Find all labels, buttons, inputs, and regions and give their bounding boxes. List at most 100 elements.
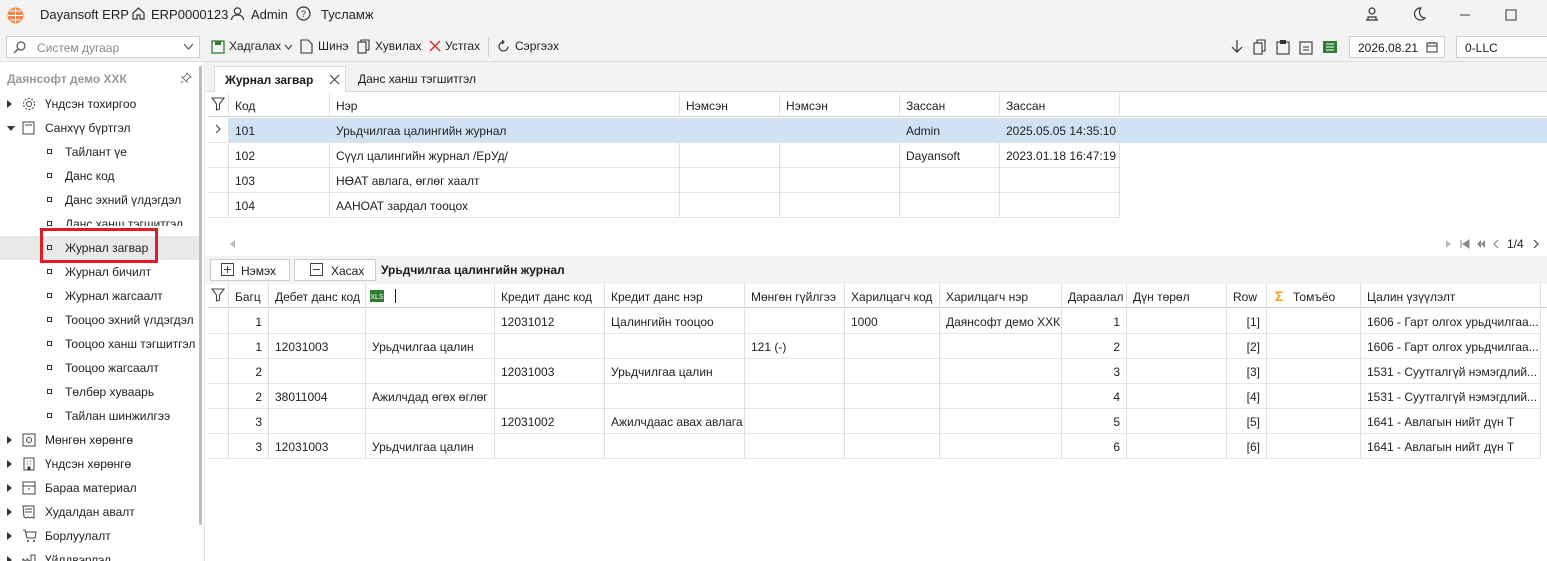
debit-account-name-cell[interactable]: Ажилчдад өгөх өглөг	[366, 384, 495, 409]
debit-account-code-cell[interactable]: 38011004	[269, 384, 366, 409]
amount-type-cell[interactable]	[1127, 309, 1227, 334]
notification-icon[interactable]	[1364, 6, 1380, 22]
column-header[interactable]: Цалин үзүүлэлт	[1361, 284, 1541, 308]
formula-cell[interactable]	[1267, 384, 1361, 409]
debit-account-code-cell[interactable]	[269, 359, 366, 384]
column-header[interactable]: Засcан	[900, 93, 1000, 117]
column-header-formula[interactable]: Σ Томъёо	[1267, 284, 1361, 308]
credit-account-name-cell[interactable]: Ажилчдаас авах авлага	[605, 409, 745, 434]
copy-button[interactable]: Хувилах	[375, 39, 422, 53]
row-ref-cell[interactable]: [2]	[1227, 334, 1267, 359]
sequence-cell[interactable]: 4	[1062, 384, 1127, 409]
scroll-left-icon[interactable]	[230, 240, 236, 248]
sequence-cell[interactable]: 6	[1062, 434, 1127, 459]
expand-arrow-icon[interactable]	[7, 484, 12, 492]
salary-indicator-cell[interactable]: 1531 - Суутгалгүй нэмэгдлий...	[1361, 359, 1541, 384]
row-ref-cell[interactable]: [3]	[1227, 359, 1267, 384]
credit-account-name-cell[interactable]	[605, 334, 745, 359]
credit-account-name-cell[interactable]: Урьдчилгаа цалин	[605, 359, 745, 384]
row-ref-cell[interactable]: [1]	[1227, 309, 1267, 334]
amount-type-cell[interactable]	[1127, 359, 1227, 384]
filter-icon[interactable]	[208, 93, 229, 117]
maximize-icon[interactable]	[1505, 9, 1517, 21]
partner-code-cell[interactable]	[845, 384, 940, 409]
expand-arrow-icon[interactable]	[7, 100, 12, 108]
sidebar-item-report-analysis[interactable]: Тайлан шинжилгээ	[0, 404, 200, 428]
partner-name-cell[interactable]: Даянсофт демо ХХК	[940, 309, 1062, 334]
close-icon[interactable]	[329, 74, 340, 85]
sequence-cell[interactable]: 1	[1062, 309, 1127, 334]
user-icon[interactable]	[230, 6, 245, 21]
created-by-cell[interactable]	[680, 168, 780, 193]
partner-code-cell[interactable]: 1000	[845, 309, 940, 334]
partner-name-cell[interactable]	[940, 359, 1062, 384]
sidebar-item-reporting-period[interactable]: Тайлант үе	[0, 140, 200, 164]
row-ref-cell[interactable]: [6]	[1227, 434, 1267, 459]
sidebar-scrollbar[interactable]	[199, 66, 202, 525]
formula-cell[interactable]	[1267, 359, 1361, 384]
column-header[interactable]: Row	[1227, 284, 1267, 308]
created-by-cell[interactable]	[680, 118, 780, 143]
calendar-icon[interactable]	[1426, 41, 1438, 53]
code-cell[interactable]: 101	[229, 118, 330, 143]
expand-arrow-icon[interactable]	[7, 460, 12, 468]
cash-flow-cell[interactable]: 121 (-)	[745, 334, 845, 359]
sequence-cell[interactable]: 3	[1062, 359, 1127, 384]
prev-fast-icon[interactable]	[1476, 239, 1486, 249]
formula-cell[interactable]	[1267, 334, 1361, 359]
sidebar-item-account-code[interactable]: Данс код	[0, 164, 200, 188]
credit-account-name-cell[interactable]: Цалингийн тооцоо	[605, 309, 745, 334]
next-page-icon[interactable]	[1533, 239, 1539, 249]
partner-name-cell[interactable]	[940, 434, 1062, 459]
expand-arrow-icon[interactable]	[7, 508, 12, 516]
erp-code[interactable]: ERP0000123	[151, 7, 228, 22]
created-by-cell[interactable]	[680, 143, 780, 168]
partner-code-cell[interactable]	[845, 409, 940, 434]
excel-export-icon[interactable]	[1322, 40, 1338, 54]
expand-arrow-icon[interactable]	[7, 436, 12, 444]
cash-flow-cell[interactable]	[745, 384, 845, 409]
prev-page-icon[interactable]	[1493, 239, 1499, 249]
partner-code-cell[interactable]	[845, 434, 940, 459]
minimize-icon[interactable]	[1458, 8, 1472, 22]
save-button[interactable]: Хадгалах	[229, 39, 281, 53]
cash-flow-cell[interactable]	[745, 359, 845, 384]
batch-cell[interactable]: 3	[229, 409, 269, 434]
created-at-cell[interactable]	[780, 193, 900, 218]
save-dropdown-icon[interactable]	[284, 44, 293, 50]
expand-arrow-icon[interactable]	[7, 532, 12, 540]
row-ref-cell[interactable]: [4]	[1227, 384, 1267, 409]
dark-mode-icon[interactable]	[1411, 6, 1427, 22]
sidebar-item-finance[interactable]: Санхүү бүртгэл	[0, 116, 200, 140]
credit-account-code-cell[interactable]: 12031003	[495, 359, 605, 384]
column-header[interactable]: Нэмсэн	[680, 93, 780, 117]
debit-account-name-cell[interactable]: Урьдчилгаа цалин	[366, 434, 495, 459]
amount-type-cell[interactable]	[1127, 334, 1227, 359]
help-icon[interactable]: ?	[296, 6, 311, 21]
modified-by-cell[interactable]: Admin	[900, 118, 1000, 143]
partner-name-cell[interactable]	[940, 409, 1062, 434]
chevron-down-icon[interactable]	[183, 43, 194, 51]
column-header[interactable]: Багц	[229, 284, 269, 308]
column-header[interactable]: Мөнгөн гүйлгээ	[745, 284, 845, 308]
name-cell[interactable]: ААНОАТ зардал тооцох	[330, 193, 680, 218]
sidebar-item-journal-list[interactable]: Журнал жагсаалт	[0, 284, 200, 308]
modified-at-cell[interactable]	[1000, 193, 1120, 218]
help-label[interactable]: Тусламж	[321, 7, 374, 22]
tab-account-rate-adjustment[interactable]: Данс ханш тэгшитгэл	[358, 66, 488, 92]
tab-journal-template[interactable]: Журнал загвар	[214, 66, 346, 92]
new-icon[interactable]	[300, 39, 313, 54]
credit-account-name-cell[interactable]	[605, 384, 745, 409]
amount-type-cell[interactable]	[1127, 384, 1227, 409]
sidebar-item-production[interactable]: Үйлдвэрлэл	[0, 548, 200, 561]
salary-indicator-cell[interactable]: 1606 - Гарт олгох урьдчилгаа...	[1361, 334, 1541, 359]
sidebar-item-cash[interactable]: Мөнгөн хөрөнгө	[0, 428, 200, 452]
column-header[interactable]: Код	[229, 93, 330, 117]
credit-account-code-cell[interactable]	[495, 434, 605, 459]
save-icon[interactable]	[211, 40, 225, 54]
created-at-cell[interactable]	[780, 143, 900, 168]
home-icon[interactable]	[131, 6, 146, 21]
sidebar-item-general-settings[interactable]: Үндсэн тохиргоо	[0, 92, 200, 116]
code-cell[interactable]: 102	[229, 143, 330, 168]
sidebar-item-settlement-rate-adjustment[interactable]: Тооцоо ханш тэгшитгэл	[0, 332, 200, 356]
